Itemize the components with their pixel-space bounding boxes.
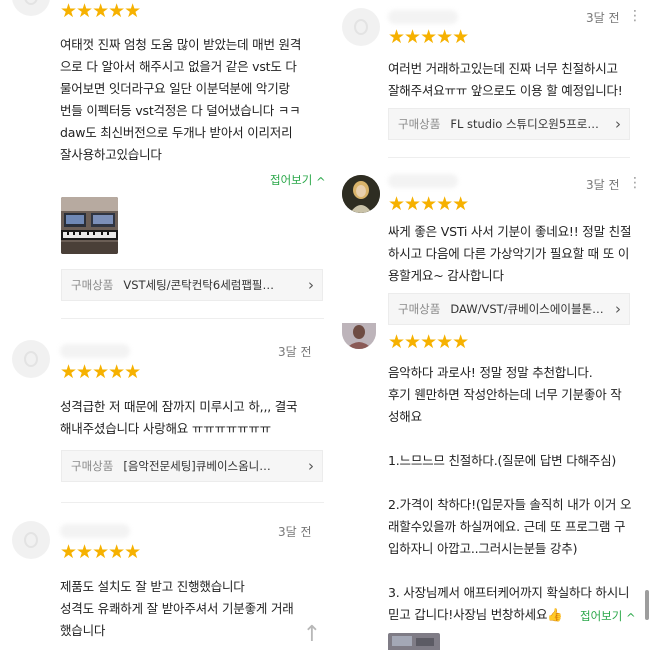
collapse-button[interactable]: 접어보기 ^ <box>270 172 326 189</box>
chevron-right-icon: › <box>615 115 621 133</box>
review-card: 3달 전 ★★★★★ 제품도 설치도 잘 받고 진행했습니다 성격도 유쾌하게 … <box>0 510 330 650</box>
chevron-right-icon: › <box>615 300 621 318</box>
rating-stars: ★★★★★ <box>388 26 469 48</box>
review-photo[interactable] <box>61 197 118 254</box>
review-time: 3달 전 <box>278 345 312 359</box>
avatar <box>12 0 50 16</box>
review-photo[interactable] <box>388 633 440 650</box>
reviewer-name-blurred <box>60 344 130 358</box>
product-label: 구매상품 <box>71 278 114 292</box>
review-text: 싸게 좋은 VSTi 사서 기분이 좋네요!! 정말 친절 하시고 다음에 다른… <box>388 224 632 283</box>
review-card: 3달 전 ★★★★★ 성격급한 저 때문에 잠까지 미루시고 하,,, 결국 해… <box>0 330 330 510</box>
avatar <box>12 340 50 378</box>
rating-stars: ★★★★★ <box>60 361 141 383</box>
more-options-icon[interactable]: ⋮ <box>628 9 642 23</box>
left-review-column: ★★★★★ 여태껏 진짜 엄청 도움 많이 받았는데 매번 원격 으로 다 알아… <box>0 0 330 650</box>
divider <box>61 502 324 503</box>
review-text: 여러번 거래하고있는데 진짜 너무 친절하시고 잘해주셔요ㅠㅠ 앞으로도 이용 … <box>388 61 623 98</box>
reviewer-name-blurred <box>388 174 458 188</box>
review-time: 3달 전 <box>586 178 620 192</box>
studio-photo-image <box>388 633 440 650</box>
collapse-button[interactable]: 접어보기 ^ <box>580 608 636 625</box>
reviewer-name-blurred <box>60 524 130 538</box>
more-options-icon[interactable]: ⋮ <box>628 176 642 190</box>
product-name: FL studio 스튜디오원5프로… <box>450 117 599 131</box>
chevron-right-icon: › <box>308 276 314 294</box>
review-text: 제품도 설치도 잘 받고 진행했습니다 성격도 유쾌하게 잘 받아주셔서 기분좋… <box>60 579 294 638</box>
collapse-label: 접어보기 <box>580 609 623 623</box>
reviewer-name-blurred <box>388 10 458 24</box>
rating-stars: ★★★★★ <box>388 331 469 353</box>
purchased-product-link[interactable]: 구매상품 DAW/VST/큐베이스에이블톤… › <box>388 293 630 325</box>
review-card: ★★★★★ 여태껏 진짜 엄청 도움 많이 받았는데 매번 원격 으로 다 알아… <box>0 0 330 330</box>
chevron-up-icon: ^ <box>315 175 326 189</box>
review-card: 3달 전 ⋮ ★★★★★ 여러번 거래하고있는데 진짜 너무 친절하시고 잘해주… <box>330 0 650 160</box>
rating-stars: ★★★★★ <box>60 541 141 563</box>
review-text: 음악하다 과로사! 정말 정말 추천합니다. 후기 웬만하면 작성안하는데 너무… <box>388 365 632 622</box>
review-card: 3달 전 ⋮ ★★★★★ 싸게 좋은 VSTi 사서 기분이 좋네요!! 정말 … <box>330 160 650 325</box>
keyboard-studio-image <box>61 197 118 254</box>
avatar <box>12 521 50 559</box>
right-review-column: 3달 전 ⋮ ★★★★★ 여러번 거래하고있는데 진짜 너무 친절하시고 잘해주… <box>330 0 650 650</box>
product-name: [음악전문세팅]큐베이스옴니… <box>123 459 271 473</box>
product-name: DAW/VST/큐베이스에이블톤… <box>450 302 604 316</box>
chevron-right-icon: › <box>308 457 314 475</box>
review-text: 성격급한 저 때문에 잠까지 미루시고 하,,, 결국 해내주셨습니다 사랑해요… <box>60 399 298 436</box>
product-label: 구매상품 <box>398 302 441 316</box>
scrollbar[interactable] <box>645 590 649 620</box>
purchased-product-link[interactable]: 구매상품 [음악전문세팅]큐베이스옴니… › <box>61 450 323 482</box>
product-label: 구매상품 <box>398 117 441 131</box>
review-time: 3달 전 <box>586 11 620 25</box>
rating-stars: ★★★★★ <box>60 0 141 22</box>
avatar <box>342 8 380 46</box>
rating-stars: ★★★★★ <box>388 193 469 215</box>
divider <box>388 157 630 158</box>
review-card: ★★★★★ 음악하다 과로사! 정말 정말 추천합니다. 후기 웬만하면 작성안… <box>330 323 650 650</box>
purchased-product-link[interactable]: 구매상품 FL studio 스튜디오원5프로… › <box>388 108 630 140</box>
collapse-label: 접어보기 <box>270 173 313 187</box>
review-text: 여태껏 진짜 엄청 도움 많이 받았는데 매번 원격 으로 다 알아서 해주시고… <box>60 37 302 162</box>
product-name: VST세팅/콘탁컨탁6세럼팹필… <box>123 278 275 292</box>
avatar <box>342 175 380 213</box>
review-time: 3달 전 <box>278 525 312 539</box>
divider <box>61 318 324 319</box>
profile-photo-image <box>342 175 380 213</box>
profile-photo-image <box>342 323 376 349</box>
avatar <box>342 323 376 349</box>
product-label: 구매상품 <box>71 459 114 473</box>
chevron-up-icon: ^ <box>625 611 636 625</box>
scroll-to-top-button[interactable]: ↑ <box>298 622 326 650</box>
purchased-product-link[interactable]: 구매상품 VST세팅/콘탁컨탁6세럼팹필… › <box>61 269 323 301</box>
